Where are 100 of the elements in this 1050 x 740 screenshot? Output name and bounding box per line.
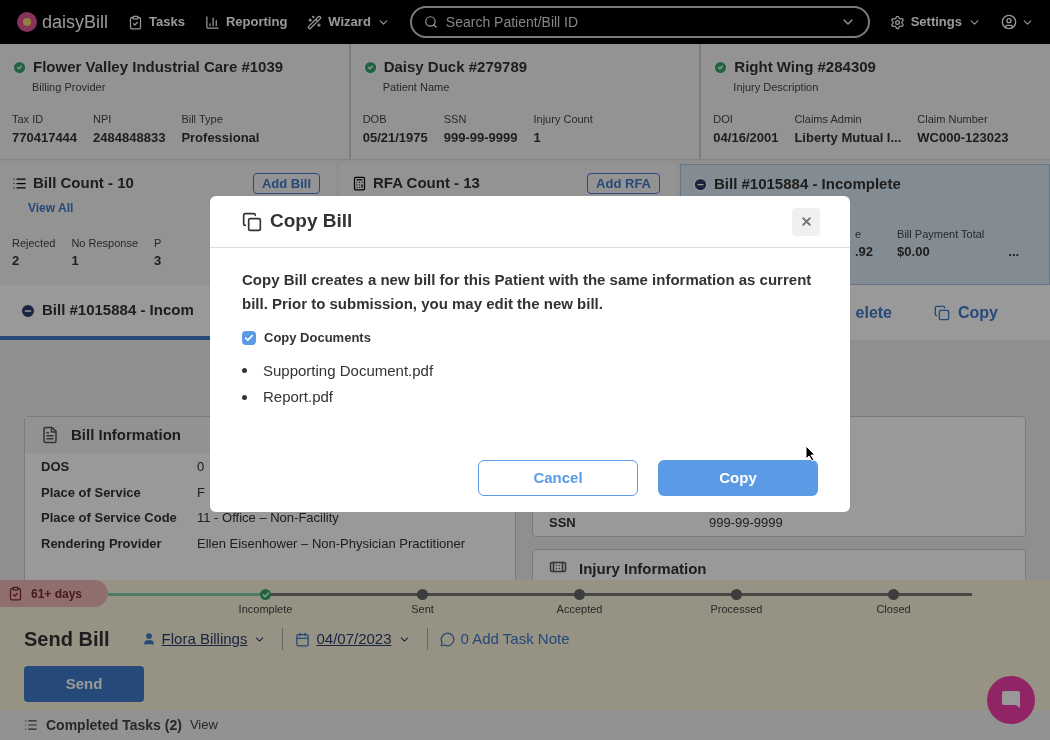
stat-label: No Response	[71, 235, 139, 251]
document-icon	[41, 426, 59, 444]
row-value: 0	[197, 458, 205, 476]
step-label: Accepted	[556, 602, 603, 617]
view-link[interactable]: View	[189, 715, 218, 735]
list-icon	[12, 175, 27, 191]
age-text: 61+ days	[31, 585, 83, 603]
card-title: Right Wing #284309	[734, 57, 876, 77]
row-value: 11 - Office – Non-Facility	[197, 509, 339, 527]
field-label: Tax ID	[12, 112, 45, 127]
field-label: DOB	[362, 112, 388, 127]
card-title: RFA Count - 13	[373, 173, 480, 193]
field-value: 999-99-9999	[443, 128, 518, 147]
field-value: Professional	[181, 128, 260, 147]
clipboard-icon	[128, 14, 144, 30]
stat-value: .92	[855, 243, 874, 261]
calculator-icon	[352, 175, 367, 191]
user-icon	[141, 632, 156, 646]
search-input[interactable]: Search Patient/Bill ID	[445, 11, 832, 33]
card-title: Flower Valley Industrial Care #1039	[33, 57, 284, 77]
close-button[interactable]	[792, 207, 820, 236]
stat-label: e	[855, 226, 863, 242]
stat-value: $0.00	[897, 243, 931, 261]
row-label: Rendering Provider	[41, 534, 163, 553]
add-rfa-button[interactable]: Add RFA	[587, 172, 660, 194]
nav-link[interactable]: Tasks	[128, 12, 185, 32]
settings-icon	[889, 14, 905, 30]
app-logo-text: daisyBill	[42, 10, 109, 34]
step-label: Sent	[411, 602, 434, 617]
minus-circle-icon	[693, 176, 708, 192]
field-label: Claims Admin	[794, 112, 863, 127]
card-title: Daisy Duck #279789	[383, 57, 528, 77]
panel-title: Bill Information	[71, 424, 181, 445]
field-label: SSN	[443, 112, 468, 127]
row-label: Place of Service	[41, 483, 142, 502]
daisy-logo-icon	[16, 11, 38, 33]
assignee-dropdown[interactable]: Flora Billings	[141, 627, 267, 651]
card-title: Bill Count - 10	[33, 173, 134, 193]
section-title: Send Bill	[24, 627, 110, 652]
stat-value: 3	[154, 252, 162, 270]
step-label: Incomplete	[238, 602, 293, 617]
copy-icon	[242, 211, 262, 232]
field-label: NPI	[93, 112, 113, 127]
add-task-note-link[interactable]: 0 Add Task Note	[426, 627, 570, 651]
field-value: 1	[533, 128, 542, 147]
copy-icon	[934, 304, 950, 321]
step-label: Closed	[876, 602, 911, 617]
field-label: Claim Number	[917, 112, 989, 127]
wand-icon	[307, 14, 323, 30]
list-icon	[24, 718, 38, 732]
field-label: Bill Type	[181, 112, 224, 127]
send-button[interactable]: Send	[24, 666, 144, 702]
field-value: 770417444	[12, 128, 78, 147]
bar-chart-icon	[204, 14, 220, 30]
copy-link[interactable]: Copy	[934, 300, 998, 325]
step-label: Processed	[710, 602, 763, 617]
row-label: DOS	[41, 458, 71, 476]
nav-link[interactable]: Wizard	[307, 12, 390, 32]
row-label: SSN	[549, 513, 577, 532]
stat-value: 2	[12, 252, 21, 270]
field-value: 05/21/1975	[362, 128, 428, 147]
row-label: Place of Service Code	[41, 509, 178, 527]
field-value: 04/16/2001	[713, 128, 779, 147]
user-avatar-icon	[1001, 14, 1017, 30]
document-name: Report.pdf	[263, 387, 334, 407]
stat-label: Bill Payment Total	[897, 226, 985, 242]
delete-link[interactable]: elete	[855, 300, 892, 325]
search-field[interactable]: Search Patient/Bill ID	[409, 6, 870, 38]
field-value: WC000-123023	[917, 128, 1009, 147]
field-value: 2484848833	[93, 128, 166, 147]
stat-label: Rejected	[12, 235, 56, 251]
view-all-link[interactable]: View All	[28, 200, 74, 215]
bullet-icon	[242, 368, 247, 374]
cancel-button[interactable]: Cancel	[478, 460, 638, 496]
check-icon	[244, 332, 254, 343]
dialog-title: Copy Bill	[270, 209, 353, 234]
close-icon	[799, 215, 813, 228]
mouse-cursor-icon	[805, 445, 816, 462]
nav-link[interactable]: Reporting	[204, 12, 288, 32]
row-value: Ellen Eisenhower – Non-Physician Practitioner	[197, 534, 466, 553]
field-value: Liberty Mutual I...	[794, 128, 902, 147]
field-label: Injury Count	[533, 112, 593, 127]
speech-bubble-icon	[439, 631, 455, 647]
stat-label: P	[154, 235, 162, 251]
search-icon	[423, 15, 438, 29]
stat-value: 1	[71, 252, 80, 270]
card-subtitle: Injury Description	[733, 79, 819, 95]
checkbox[interactable]	[242, 330, 256, 345]
bullet-icon	[242, 394, 247, 400]
copy-button[interactable]: Copy	[658, 460, 818, 496]
clipboard-icon	[8, 586, 23, 601]
add-bill-button[interactable]: Add Bill	[252, 172, 320, 194]
date-dropdown[interactable]: 04/07/2023	[282, 627, 411, 651]
document-name: Supporting Document.pdf	[263, 360, 434, 381]
calendar-icon	[295, 631, 311, 647]
completed-tasks-label: Completed Tasks (2)	[46, 715, 182, 735]
settings-menu[interactable]: Settings	[889, 12, 981, 32]
row-value: 999-99-9999	[709, 513, 783, 532]
minus-circle-icon	[20, 302, 36, 319]
account-menu[interactable]	[1001, 14, 1034, 30]
